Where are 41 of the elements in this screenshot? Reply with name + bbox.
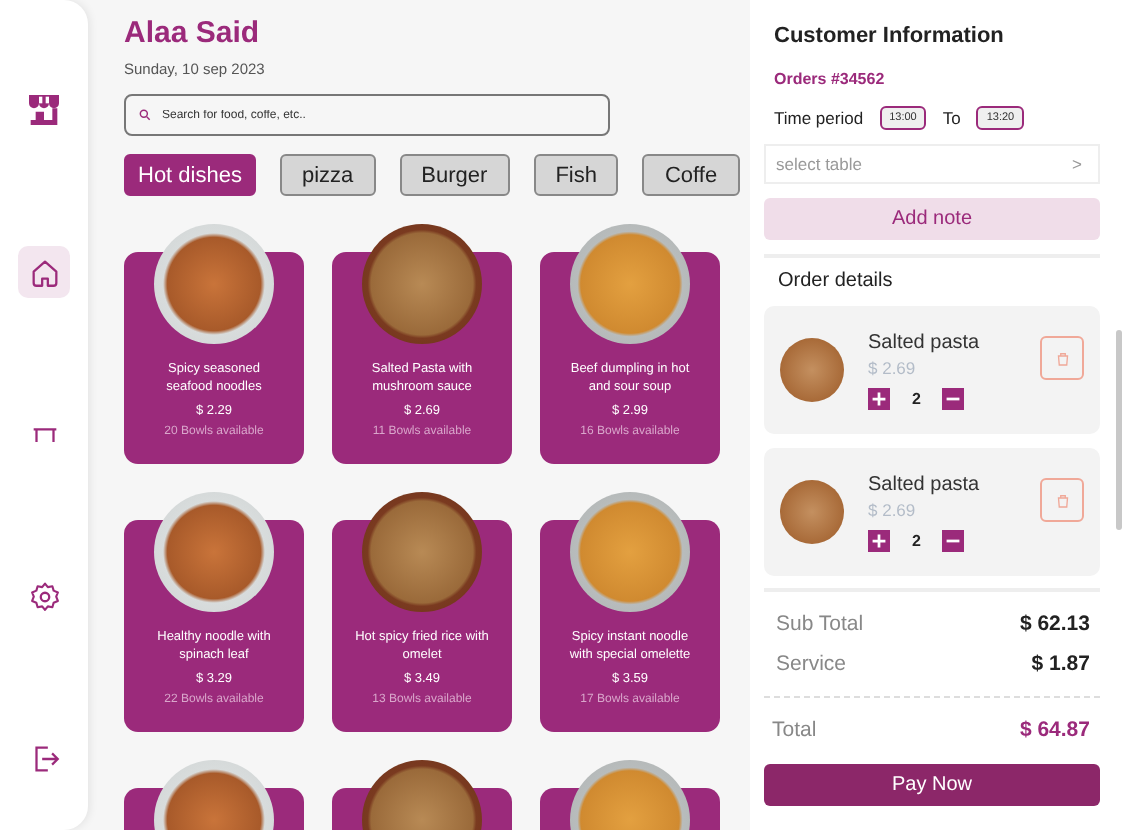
home-icon	[27, 255, 61, 289]
category-tab[interactable]: Fish	[533, 154, 619, 196]
food-photo-placeholder	[780, 480, 844, 544]
item-name: Salted pasta	[868, 331, 982, 353]
category-tab[interactable]: pizza	[279, 154, 376, 196]
summary-value: $ 62.13	[1019, 612, 1090, 636]
item-price: $ 2.69	[868, 357, 918, 377]
plus-icon	[868, 387, 890, 409]
food-photo-placeholder	[780, 338, 844, 402]
trash-icon	[1053, 491, 1071, 509]
quantity-text: 2	[912, 389, 921, 407]
summary-label: Service	[776, 652, 847, 676]
decrease-button[interactable]	[942, 529, 965, 551]
trash-icon	[1053, 349, 1071, 367]
summary-label: Sub Total	[776, 612, 864, 636]
settings-icon	[27, 579, 61, 613]
summary-value: $ 1.87	[1031, 652, 1090, 676]
quantity-text: 2	[912, 531, 921, 549]
add-note-button[interactable]: Add note	[764, 198, 1100, 240]
category-tab[interactable]: Coffe	[642, 154, 740, 196]
pay-now-button[interactable]: Pay Now	[764, 764, 1100, 806]
search-icon	[138, 108, 152, 122]
decrease-button[interactable]	[942, 387, 965, 409]
nav-home-button[interactable]	[18, 246, 70, 298]
summary-label: Total	[772, 718, 817, 742]
to-label: To	[942, 108, 961, 128]
order-number: Orders #34562	[772, 70, 887, 88]
category-tab[interactable]: Hot dishes	[124, 154, 256, 196]
section-title: Order details	[776, 270, 895, 292]
item-name: Salted pasta	[868, 473, 982, 495]
category-tab[interactable]: Burger	[399, 154, 510, 196]
user-name: Alaa Said	[124, 16, 262, 52]
increase-button[interactable]	[868, 529, 890, 551]
item-price: $ 2.69	[868, 499, 918, 519]
time-period-label: Time period	[774, 108, 864, 128]
summary-value: $ 64.87	[1019, 718, 1090, 742]
plus-icon	[868, 529, 890, 551]
panel-title: Customer Information	[772, 24, 1006, 48]
increase-button[interactable]	[868, 387, 890, 409]
scrollbar[interactable]	[1116, 330, 1122, 530]
store-logo-icon	[24, 90, 64, 130]
